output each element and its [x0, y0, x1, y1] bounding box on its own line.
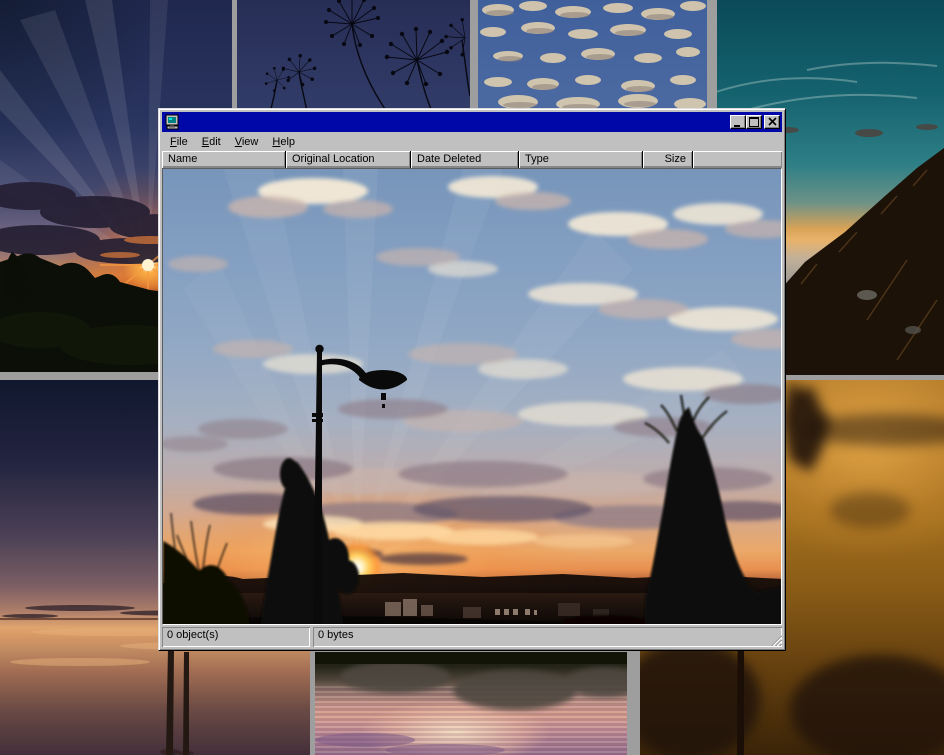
photo-water-reflection — [315, 652, 627, 755]
menu-file[interactable]: File — [163, 134, 195, 150]
computer-icon — [164, 114, 180, 130]
close-button[interactable] — [764, 115, 780, 129]
column-header-blank[interactable] — [693, 151, 782, 168]
column-header-original-location[interactable]: Original Location — [286, 151, 411, 168]
column-header-row: NameOriginal LocationDate DeletedTypeSiz… — [162, 151, 782, 168]
minimize-button[interactable] — [730, 115, 746, 129]
recycle-bin-window[interactable]: FileEditViewHelp NameOriginal LocationDa… — [158, 108, 786, 651]
resize-grip[interactable] — [769, 633, 782, 646]
maximize-button[interactable] — [746, 115, 762, 129]
column-header-name[interactable]: Name — [162, 151, 286, 168]
sunset-streetlamp-scene — [163, 169, 782, 625]
menu-bar: FileEditViewHelp — [162, 132, 782, 151]
recycle-bin-list-view[interactable] — [162, 168, 782, 625]
column-header-date-deleted[interactable]: Date Deleted — [411, 151, 519, 168]
reflection-art — [315, 652, 627, 755]
umbel-heads — [265, 0, 465, 92]
status-objects: 0 object(s) — [162, 627, 310, 647]
column-header-type[interactable]: Type — [519, 151, 643, 168]
left-bushes-silhouette — [163, 513, 250, 625]
status-bytes: 0 bytes — [313, 627, 782, 647]
title-bar[interactable] — [162, 112, 782, 132]
menu-help[interactable]: Help — [265, 134, 302, 150]
menu-edit[interactable]: Edit — [195, 134, 228, 150]
desktop: FileEditViewHelp NameOriginal LocationDa… — [0, 0, 944, 755]
column-header-size[interactable]: Size — [643, 151, 693, 168]
menu-view[interactable]: View — [228, 134, 266, 150]
status-bar: 0 object(s) 0 bytes — [162, 625, 782, 647]
